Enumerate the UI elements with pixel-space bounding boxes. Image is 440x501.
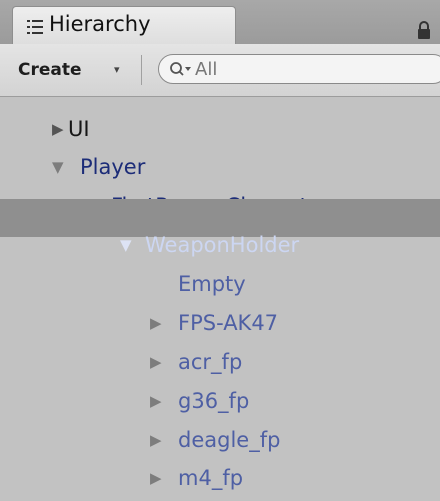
tree-item-label: Player (80, 155, 146, 179)
tree-item-g36-fp[interactable]: ▶ g36_fp (0, 382, 440, 420)
hierarchy-toolbar: Create ▾ (0, 44, 440, 97)
tab-bar: Hierarchy (0, 0, 440, 45)
tree-item-label: Empty (178, 272, 246, 296)
tree-item-deagle-fp[interactable]: ▶ deagle_fp (0, 421, 440, 459)
tree-item-player[interactable]: ▼ Player (0, 148, 440, 186)
create-button-label: Create (18, 60, 82, 80)
hierarchy-tree: ▶ UI ▼ Player ▼ FirstPersonCharacter ▼ W… (0, 97, 440, 501)
tree-item-label: acr_fp (178, 350, 243, 374)
collapse-arrow-icon[interactable]: ▼ (120, 226, 132, 264)
tree-item-weaponholder-row[interactable]: ▼ WeaponHolder (0, 226, 440, 264)
expand-arrow-icon[interactable]: ▶ (52, 110, 64, 148)
expand-arrow-icon[interactable]: ▶ (150, 382, 162, 420)
search-input[interactable] (195, 56, 435, 82)
lock-icon[interactable] (416, 20, 432, 40)
create-button[interactable]: Create ▾ (14, 55, 142, 85)
search-field[interactable] (158, 54, 440, 84)
tree-item-fps-ak47[interactable]: ▶ FPS-AK47 (0, 304, 440, 342)
expand-arrow-icon[interactable]: ▶ (150, 343, 162, 381)
tab-hierarchy[interactable]: Hierarchy (12, 6, 236, 44)
hierarchy-window: Hierarchy Create ▾ ▶ UI ▼ Play (0, 0, 440, 501)
tree-item-arms05[interactable] (0, 462, 440, 500)
tree-item-acr-fp[interactable]: ▶ acr_fp (0, 343, 440, 381)
hierarchy-list-icon (27, 20, 43, 34)
tree-item-label: UI (68, 117, 90, 141)
tree-item-label: deagle_fp (178, 428, 281, 452)
tree-item-label: FPS-AK47 (178, 311, 279, 335)
tree-item-empty[interactable]: Empty (0, 265, 440, 303)
expand-arrow-icon[interactable]: ▶ (150, 304, 162, 342)
collapse-arrow-icon[interactable]: ▼ (52, 148, 64, 186)
search-icon (170, 62, 191, 76)
tab-hierarchy-label: Hierarchy (49, 12, 151, 36)
expand-arrow-icon[interactable]: ▶ (150, 421, 162, 459)
tree-item-label: g36_fp (178, 389, 250, 413)
tree-item-ui[interactable]: ▶ UI (0, 110, 440, 148)
tree-item-label: WeaponHolder (145, 233, 300, 257)
chevron-down-icon: ▾ (114, 63, 120, 76)
